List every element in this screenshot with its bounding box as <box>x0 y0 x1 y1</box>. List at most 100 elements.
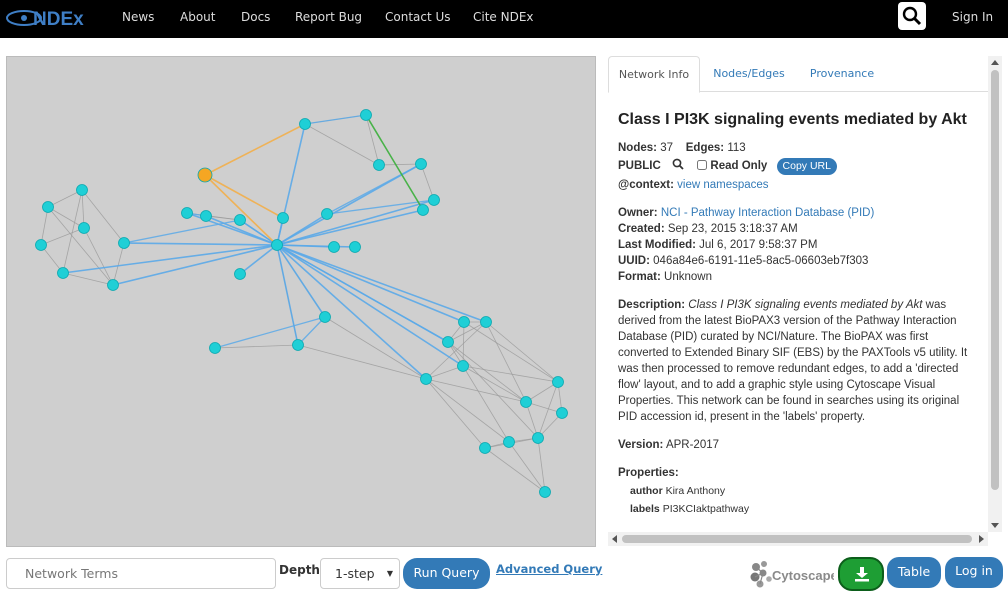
sign-in-link[interactable]: Sign In <box>952 10 993 24</box>
network-canvas[interactable] <box>6 56 596 547</box>
network-edge[interactable] <box>425 378 486 449</box>
network-edge[interactable] <box>204 123 306 176</box>
run-query-button[interactable]: Run Query <box>403 558 490 589</box>
network-graph[interactable] <box>7 57 597 548</box>
scroll-right-arrow[interactable] <box>979 535 984 543</box>
network-node[interactable] <box>428 194 440 206</box>
network-edge[interactable] <box>276 244 356 248</box>
nav-contact-us[interactable]: Contact Us <box>385 10 451 24</box>
network-node[interactable] <box>360 109 372 121</box>
network-node[interactable] <box>373 159 385 171</box>
network-terms-input[interactable] <box>6 558 276 589</box>
network-node[interactable] <box>234 214 246 226</box>
scroll-thumb[interactable] <box>622 535 972 543</box>
network-node[interactable] <box>200 210 212 222</box>
read-only-checkbox[interactable] <box>697 160 708 170</box>
network-node[interactable] <box>458 316 470 328</box>
network-edge[interactable] <box>485 321 559 383</box>
network-edge[interactable] <box>62 272 114 286</box>
network-edge[interactable] <box>276 199 435 246</box>
network-node[interactable] <box>234 268 246 280</box>
nav-docs[interactable]: Docs <box>241 10 270 24</box>
network-edge[interactable] <box>463 321 559 383</box>
network-node[interactable] <box>78 222 90 234</box>
copy-url-button[interactable]: Copy URL <box>776 158 837 175</box>
network-node[interactable] <box>552 376 564 388</box>
tab-provenance[interactable]: Provenance <box>798 56 886 93</box>
network-node[interactable] <box>292 339 304 351</box>
network-edge[interactable] <box>62 189 83 274</box>
network-node[interactable] <box>349 241 361 253</box>
network-edge[interactable] <box>204 174 278 246</box>
network-node[interactable] <box>319 311 331 323</box>
network-node[interactable] <box>181 207 193 219</box>
network-node[interactable] <box>480 316 492 328</box>
network-edge[interactable] <box>276 244 487 323</box>
network-node[interactable] <box>532 432 544 444</box>
nav-report-bug[interactable]: Report Bug <box>295 10 362 24</box>
network-node[interactable] <box>209 342 221 354</box>
depth-select[interactable]: 1-step ▼ <box>320 558 400 589</box>
network-edge[interactable] <box>485 321 527 403</box>
network-edge[interactable] <box>304 123 380 166</box>
network-node[interactable] <box>76 184 88 196</box>
network-node[interactable] <box>442 336 454 348</box>
network-node[interactable] <box>299 118 311 130</box>
magnifier-icon[interactable] <box>672 158 684 170</box>
network-node[interactable] <box>479 442 491 454</box>
network-node[interactable] <box>277 212 289 224</box>
network-node[interactable] <box>539 486 551 498</box>
network-node[interactable] <box>107 279 119 291</box>
owner-link[interactable]: NCI - Pathway Interaction Database (PID) <box>661 207 874 219</box>
network-edge[interactable] <box>47 206 85 229</box>
network-edge[interactable] <box>276 244 449 343</box>
network-edge[interactable] <box>204 174 284 219</box>
network-edge[interactable] <box>537 381 559 439</box>
cytoscape-button[interactable]: Cytoscape <box>748 558 834 590</box>
network-node[interactable] <box>321 208 333 220</box>
network-edge[interactable] <box>326 163 422 215</box>
scroll-down-arrow[interactable] <box>991 523 999 528</box>
network-node[interactable] <box>556 407 568 419</box>
nav-search-button[interactable] <box>898 2 926 30</box>
network-edge[interactable] <box>304 114 367 125</box>
scroll-up-arrow[interactable] <box>991 60 999 65</box>
network-node[interactable] <box>457 360 469 372</box>
table-button[interactable]: Table <box>887 557 941 588</box>
network-edge[interactable] <box>378 163 422 166</box>
network-edge[interactable] <box>425 321 487 380</box>
network-node[interactable] <box>57 267 69 279</box>
network-node[interactable] <box>520 396 532 408</box>
nav-cite-ndex[interactable]: Cite NDEx <box>473 10 534 24</box>
network-node[interactable] <box>328 241 340 253</box>
network-edge[interactable] <box>214 316 326 349</box>
network-node[interactable] <box>35 239 47 251</box>
network-node[interactable] <box>271 239 283 251</box>
download-button[interactable] <box>838 557 884 591</box>
network-node[interactable] <box>42 201 54 213</box>
log-in-button[interactable]: Log in <box>945 557 1003 588</box>
network-node[interactable] <box>118 237 130 249</box>
network-edge[interactable] <box>112 242 125 286</box>
network-edge[interactable] <box>276 244 464 367</box>
panel-vertical-scrollbar[interactable] <box>988 56 1002 532</box>
tab-nodes-edges[interactable]: Nodes/Edges <box>704 56 794 93</box>
network-node[interactable] <box>417 204 429 216</box>
network-edge[interactable] <box>81 189 125 244</box>
network-edge[interactable] <box>276 244 465 323</box>
panel-horizontal-scrollbar[interactable] <box>608 532 988 546</box>
network-edge[interactable] <box>365 114 380 166</box>
network-edge[interactable] <box>214 344 299 349</box>
nav-news[interactable]: News <box>122 10 154 24</box>
network-edge[interactable] <box>123 219 241 244</box>
network-edge[interactable] <box>447 341 539 439</box>
nav-about[interactable]: About <box>180 10 215 24</box>
network-node[interactable] <box>503 436 515 448</box>
network-edge[interactable] <box>324 316 427 380</box>
view-namespaces-link[interactable]: view namespaces <box>677 179 768 191</box>
network-node[interactable] <box>420 373 432 385</box>
network-node[interactable] <box>415 158 427 170</box>
network-node-selected[interactable] <box>197 167 213 183</box>
scroll-thumb[interactable] <box>991 70 999 490</box>
tab-network-info[interactable]: Network Info <box>608 56 700 93</box>
